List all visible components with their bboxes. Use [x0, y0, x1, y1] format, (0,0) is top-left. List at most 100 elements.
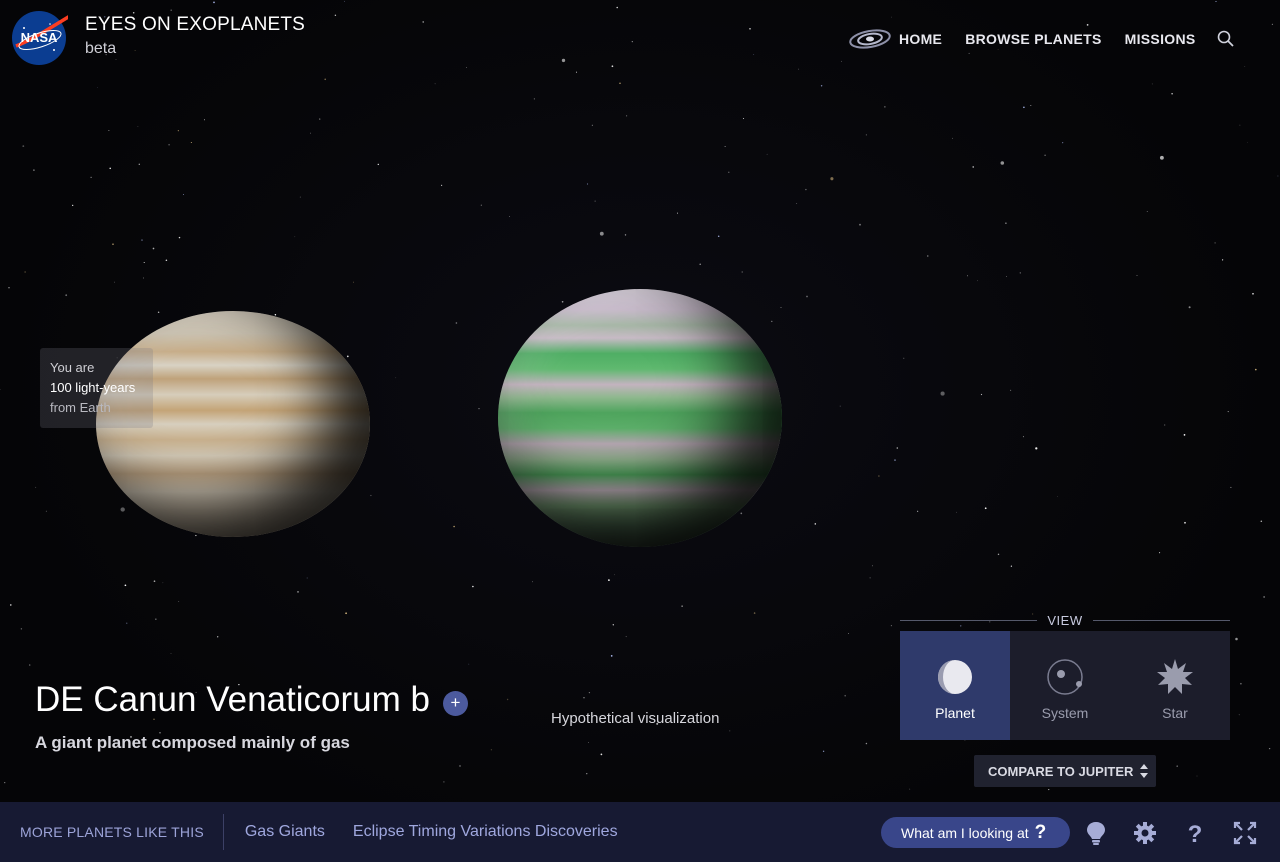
star-dot: [984, 507, 987, 510]
view-option-planet[interactable]: Planet: [900, 631, 1010, 740]
star-dot: [903, 357, 905, 359]
star-dot: [724, 146, 726, 147]
star-dot: [878, 475, 880, 477]
star-dot: [490, 749, 493, 751]
exoplanet-planet[interactable]: [498, 289, 782, 547]
nasa-logo[interactable]: NASA: [10, 10, 68, 66]
star-dot: [1263, 596, 1265, 598]
star-dot: [1023, 106, 1025, 109]
help-icon[interactable]: ?: [1183, 820, 1207, 846]
star-dot: [35, 486, 37, 488]
star-dot: [583, 697, 585, 699]
star-dot: [771, 320, 773, 323]
star-dot: [345, 612, 347, 615]
star-dot: [506, 698, 509, 701]
star-dot: [1159, 155, 1164, 160]
nav-browse-planets[interactable]: BROWSE PLANETS: [965, 31, 1101, 47]
star-dot: [1196, 775, 1198, 777]
brand: NASA EYES ON EXOPLANETS beta: [10, 10, 305, 66]
star-dot: [561, 58, 566, 63]
star-dot: [844, 694, 846, 697]
star-dot: [586, 183, 589, 185]
star-dot: [859, 223, 861, 226]
star-dot: [626, 115, 628, 117]
star-dot: [162, 582, 164, 584]
star-dot: [599, 231, 604, 236]
star-dot: [434, 83, 436, 85]
star-dot: [90, 176, 92, 179]
star-dot: [729, 730, 731, 732]
star-dot: [740, 512, 743, 515]
nav-home[interactable]: HOME: [899, 31, 942, 47]
view-option-star[interactable]: Star: [1120, 631, 1230, 740]
what-am-i-looking-at-button[interactable]: What am I looking at ?: [881, 817, 1070, 848]
star-dot: [1252, 292, 1254, 295]
star-dot: [203, 119, 205, 121]
star-dot: [997, 553, 1000, 556]
star-dot: [8, 287, 10, 289]
star-dot: [4, 782, 6, 784]
star-dot: [588, 742, 589, 743]
view-heading: VIEW: [900, 611, 1231, 629]
planet-title-row: DE Canun Venaticorum b +: [35, 680, 468, 720]
planet-icon: [938, 660, 972, 694]
star-dot: [319, 118, 321, 120]
link-eclipse-timing[interactable]: Eclipse Timing Variations Discoveries: [353, 823, 618, 841]
star-dot: [28, 664, 31, 666]
lightbulb-icon[interactable]: [1084, 820, 1108, 846]
star-dot: [1000, 161, 1005, 165]
compare-label: COMPARE TO JUPITER: [988, 763, 1134, 779]
star-dot: [822, 750, 825, 752]
planet-description: A giant planet composed mainly of gas: [35, 733, 350, 752]
star-dot: [820, 85, 823, 87]
star-dot: [1222, 259, 1224, 261]
gear-icon[interactable]: [1133, 820, 1157, 846]
star-dot: [478, 408, 480, 410]
star-dot: [741, 271, 743, 273]
star-dot: [459, 765, 461, 767]
add-planet-button[interactable]: +: [442, 690, 468, 716]
star-dot: [608, 579, 610, 581]
star-dot: [865, 134, 868, 136]
star-dot: [624, 234, 627, 236]
galaxy-icon[interactable]: [848, 26, 892, 52]
star-dot: [1235, 637, 1238, 641]
star-dot: [422, 21, 424, 23]
star-dot: [612, 624, 614, 626]
star-dot: [1164, 424, 1166, 426]
link-gas-giants[interactable]: Gas Giants: [245, 823, 325, 841]
search-icon[interactable]: [1216, 29, 1236, 49]
star-dot: [0, 389, 1, 390]
what-label: What am I looking at: [901, 824, 1029, 841]
hypothetical-note: Hypothetical visualization: [551, 710, 720, 727]
star-dot: [1230, 486, 1232, 488]
app-title[interactable]: EYES ON EXOPLANETS: [85, 14, 305, 36]
star-dot: [1247, 141, 1248, 143]
nav-missions[interactable]: MISSIONS: [1125, 31, 1196, 47]
star-dot: [806, 295, 808, 298]
fullscreen-icon[interactable]: [1233, 820, 1257, 846]
star-dot: [353, 281, 354, 283]
star-dot: [796, 203, 798, 205]
star-dot: [453, 525, 455, 528]
star-dot: [588, 692, 591, 694]
distance-line-3: from Earth: [50, 400, 111, 415]
star-dot: [717, 235, 720, 238]
star-dot: [274, 314, 277, 316]
footer-divider: [222, 814, 224, 850]
star-dot: [753, 54, 755, 55]
star-dot: [890, 625, 892, 627]
star-dot: [896, 447, 899, 449]
compare-to-jupiter-button[interactable]: COMPARE TO JUPITER: [974, 755, 1156, 787]
view-option-system[interactable]: System: [1010, 631, 1120, 740]
star-dot: [956, 511, 958, 513]
nasa-logo-text: NASA: [21, 30, 58, 45]
star-dot: [1062, 142, 1064, 144]
star-dot: [466, 67, 467, 68]
star-dot: [1006, 276, 1007, 278]
system-icon: [1047, 659, 1083, 695]
star-dot: [749, 28, 751, 30]
star-dot: [217, 636, 219, 638]
star-dot: [65, 294, 68, 297]
star-dot: [594, 200, 596, 202]
